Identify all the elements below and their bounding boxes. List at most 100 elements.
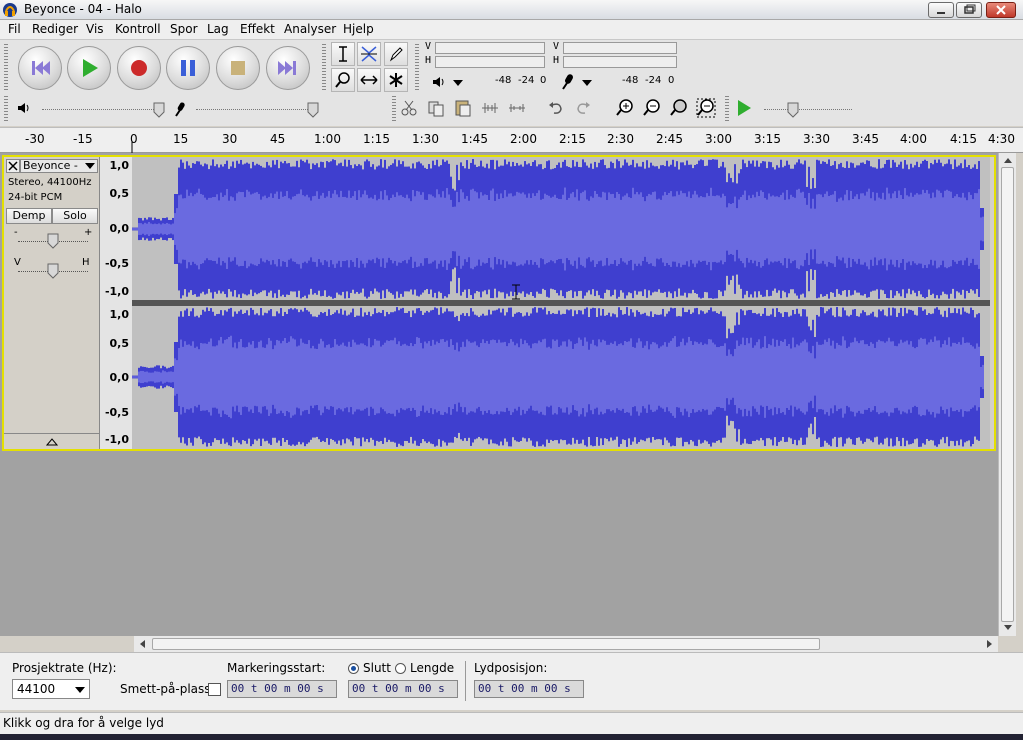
restore-icon xyxy=(964,4,976,14)
waveform-rms-sample xyxy=(184,341,186,413)
gain-slider-thumb[interactable] xyxy=(47,233,59,249)
snap-to-checkbox[interactable] xyxy=(208,683,221,696)
zoom-in-button[interactable] xyxy=(614,97,638,121)
skip-to-start-button[interactable] xyxy=(18,46,62,90)
waveform-rms-sample xyxy=(160,372,162,382)
waveform-rms-sample xyxy=(358,344,360,410)
waveform-rms-sample xyxy=(946,189,948,269)
playback-meter-dropdown-icon[interactable] xyxy=(451,78,465,88)
track-area[interactable]: Beyonce - Stereo, 44100Hz 24-bit PCM Dem… xyxy=(0,153,998,636)
minimize-button[interactable] xyxy=(928,2,954,18)
play-speed-slider-thumb[interactable] xyxy=(786,101,800,119)
waveform-rms-sample xyxy=(604,192,606,266)
restore-button[interactable] xyxy=(956,2,982,18)
toolbar-grip[interactable] xyxy=(392,96,396,122)
track-name-button[interactable]: Beyonce - xyxy=(20,159,98,173)
silence-button[interactable] xyxy=(506,97,530,121)
input-volume-slider-thumb[interactable] xyxy=(306,101,320,119)
waveform-rms-sample xyxy=(678,194,680,264)
horizontal-scrollbar[interactable] xyxy=(134,636,998,652)
menu-view[interactable]: Vis xyxy=(86,22,104,36)
fit-selection-button[interactable] xyxy=(668,97,692,121)
mute-button[interactable]: Demp xyxy=(6,208,52,224)
waveform-rms-sample xyxy=(692,194,694,264)
length-radio[interactable] xyxy=(395,663,406,674)
scroll-left-icon[interactable] xyxy=(138,639,148,649)
waveform-rms-sample xyxy=(280,343,282,411)
speaker-icon[interactable] xyxy=(431,74,447,90)
menu-help[interactable]: Hjelp xyxy=(343,22,374,36)
selection-start-time[interactable]: 00 t 00 m 00 s xyxy=(227,680,337,698)
fit-project-button[interactable] xyxy=(695,97,719,121)
stop-button[interactable] xyxy=(216,46,260,90)
scroll-up-icon[interactable] xyxy=(1002,155,1014,165)
menu-generate[interactable]: Lag xyxy=(207,22,229,36)
waveform-rms-sample xyxy=(982,364,984,390)
toolbar-grip[interactable] xyxy=(4,96,8,122)
pan-slider-thumb[interactable] xyxy=(47,263,59,279)
project-rate-select[interactable]: 44100 xyxy=(12,679,90,699)
close-button[interactable] xyxy=(986,2,1016,18)
scroll-right-icon[interactable] xyxy=(984,639,994,649)
toolbar-grip[interactable] xyxy=(4,44,8,92)
waveform-rms-sample xyxy=(418,337,420,417)
menu-tracks[interactable]: Spor xyxy=(170,22,198,36)
scroll-down-icon[interactable] xyxy=(1002,623,1014,633)
waveform-rms-sample xyxy=(768,344,770,410)
skip-to-end-button[interactable] xyxy=(266,46,310,90)
playback-meter-left-label: V xyxy=(425,41,432,52)
waveform-rms-sample xyxy=(684,345,686,409)
waveform-rms-sample xyxy=(646,341,648,413)
toolbar-grip[interactable] xyxy=(725,96,729,122)
audio-position-time[interactable]: 00 t 00 m 00 s xyxy=(474,680,584,698)
envelope-tool-button[interactable] xyxy=(357,42,381,66)
end-radio[interactable] xyxy=(348,663,359,674)
timeline-ruler[interactable]: -30 -15 0 15 30 45 1:00 1:15 1:30 1:45 2… xyxy=(0,127,1023,154)
cut-button[interactable] xyxy=(398,97,422,121)
horizontal-scroll-thumb[interactable] xyxy=(152,638,820,650)
timeshift-tool-button[interactable] xyxy=(357,68,381,92)
play-at-speed-button[interactable] xyxy=(733,97,757,121)
waveform-rms-sample xyxy=(168,371,170,383)
waveform-rms-sample xyxy=(582,191,584,267)
copy-button[interactable] xyxy=(425,97,449,121)
waveform-rms-sample xyxy=(564,341,566,413)
waveform-rms-sample xyxy=(586,199,588,259)
menu-analyze[interactable]: Analyser xyxy=(284,22,336,36)
waveform-rms-sample xyxy=(602,339,604,415)
microphone-icon[interactable] xyxy=(558,72,576,92)
toolbar-grip[interactable] xyxy=(415,44,419,92)
play-button[interactable] xyxy=(67,46,111,90)
output-volume-slider-thumb[interactable] xyxy=(152,101,166,119)
vertical-scroll-thumb[interactable] xyxy=(1001,167,1014,622)
waveform-rms-sample xyxy=(844,340,846,414)
audio-track[interactable]: Beyonce - Stereo, 44100Hz 24-bit PCM Dem… xyxy=(2,155,996,451)
collapse-track-button[interactable] xyxy=(4,433,99,449)
zoom-tool-button[interactable] xyxy=(331,68,355,92)
pause-button[interactable] xyxy=(166,46,210,90)
track-close-button[interactable] xyxy=(6,159,20,173)
draw-tool-button[interactable] xyxy=(384,42,408,66)
waveform-rms-sample xyxy=(316,348,318,406)
menu-transport[interactable]: Kontroll xyxy=(115,22,161,36)
waveform-rms-sample xyxy=(790,194,792,264)
waveform-rms-sample xyxy=(958,342,960,412)
undo-button[interactable] xyxy=(545,97,569,121)
waveform-rms-sample xyxy=(616,192,618,266)
redo-button[interactable] xyxy=(572,97,596,121)
waveform-display[interactable] xyxy=(132,157,990,449)
menu-edit[interactable]: Rediger xyxy=(32,22,78,36)
paste-button[interactable] xyxy=(452,97,476,121)
toolbar-grip[interactable] xyxy=(322,44,326,92)
selection-tool-button[interactable] xyxy=(331,42,355,66)
vertical-scrollbar[interactable] xyxy=(998,153,1016,636)
multi-tool-button[interactable] xyxy=(384,68,408,92)
selection-end-time[interactable]: 00 t 00 m 00 s xyxy=(348,680,458,698)
record-meter-dropdown-icon[interactable] xyxy=(580,78,594,88)
record-button[interactable] xyxy=(117,46,161,90)
solo-button[interactable]: Solo xyxy=(52,208,98,224)
menu-file[interactable]: Fil xyxy=(8,22,21,36)
zoom-out-button[interactable] xyxy=(641,97,665,121)
menu-effect[interactable]: Effekt xyxy=(240,22,275,36)
trim-button[interactable] xyxy=(479,97,503,121)
